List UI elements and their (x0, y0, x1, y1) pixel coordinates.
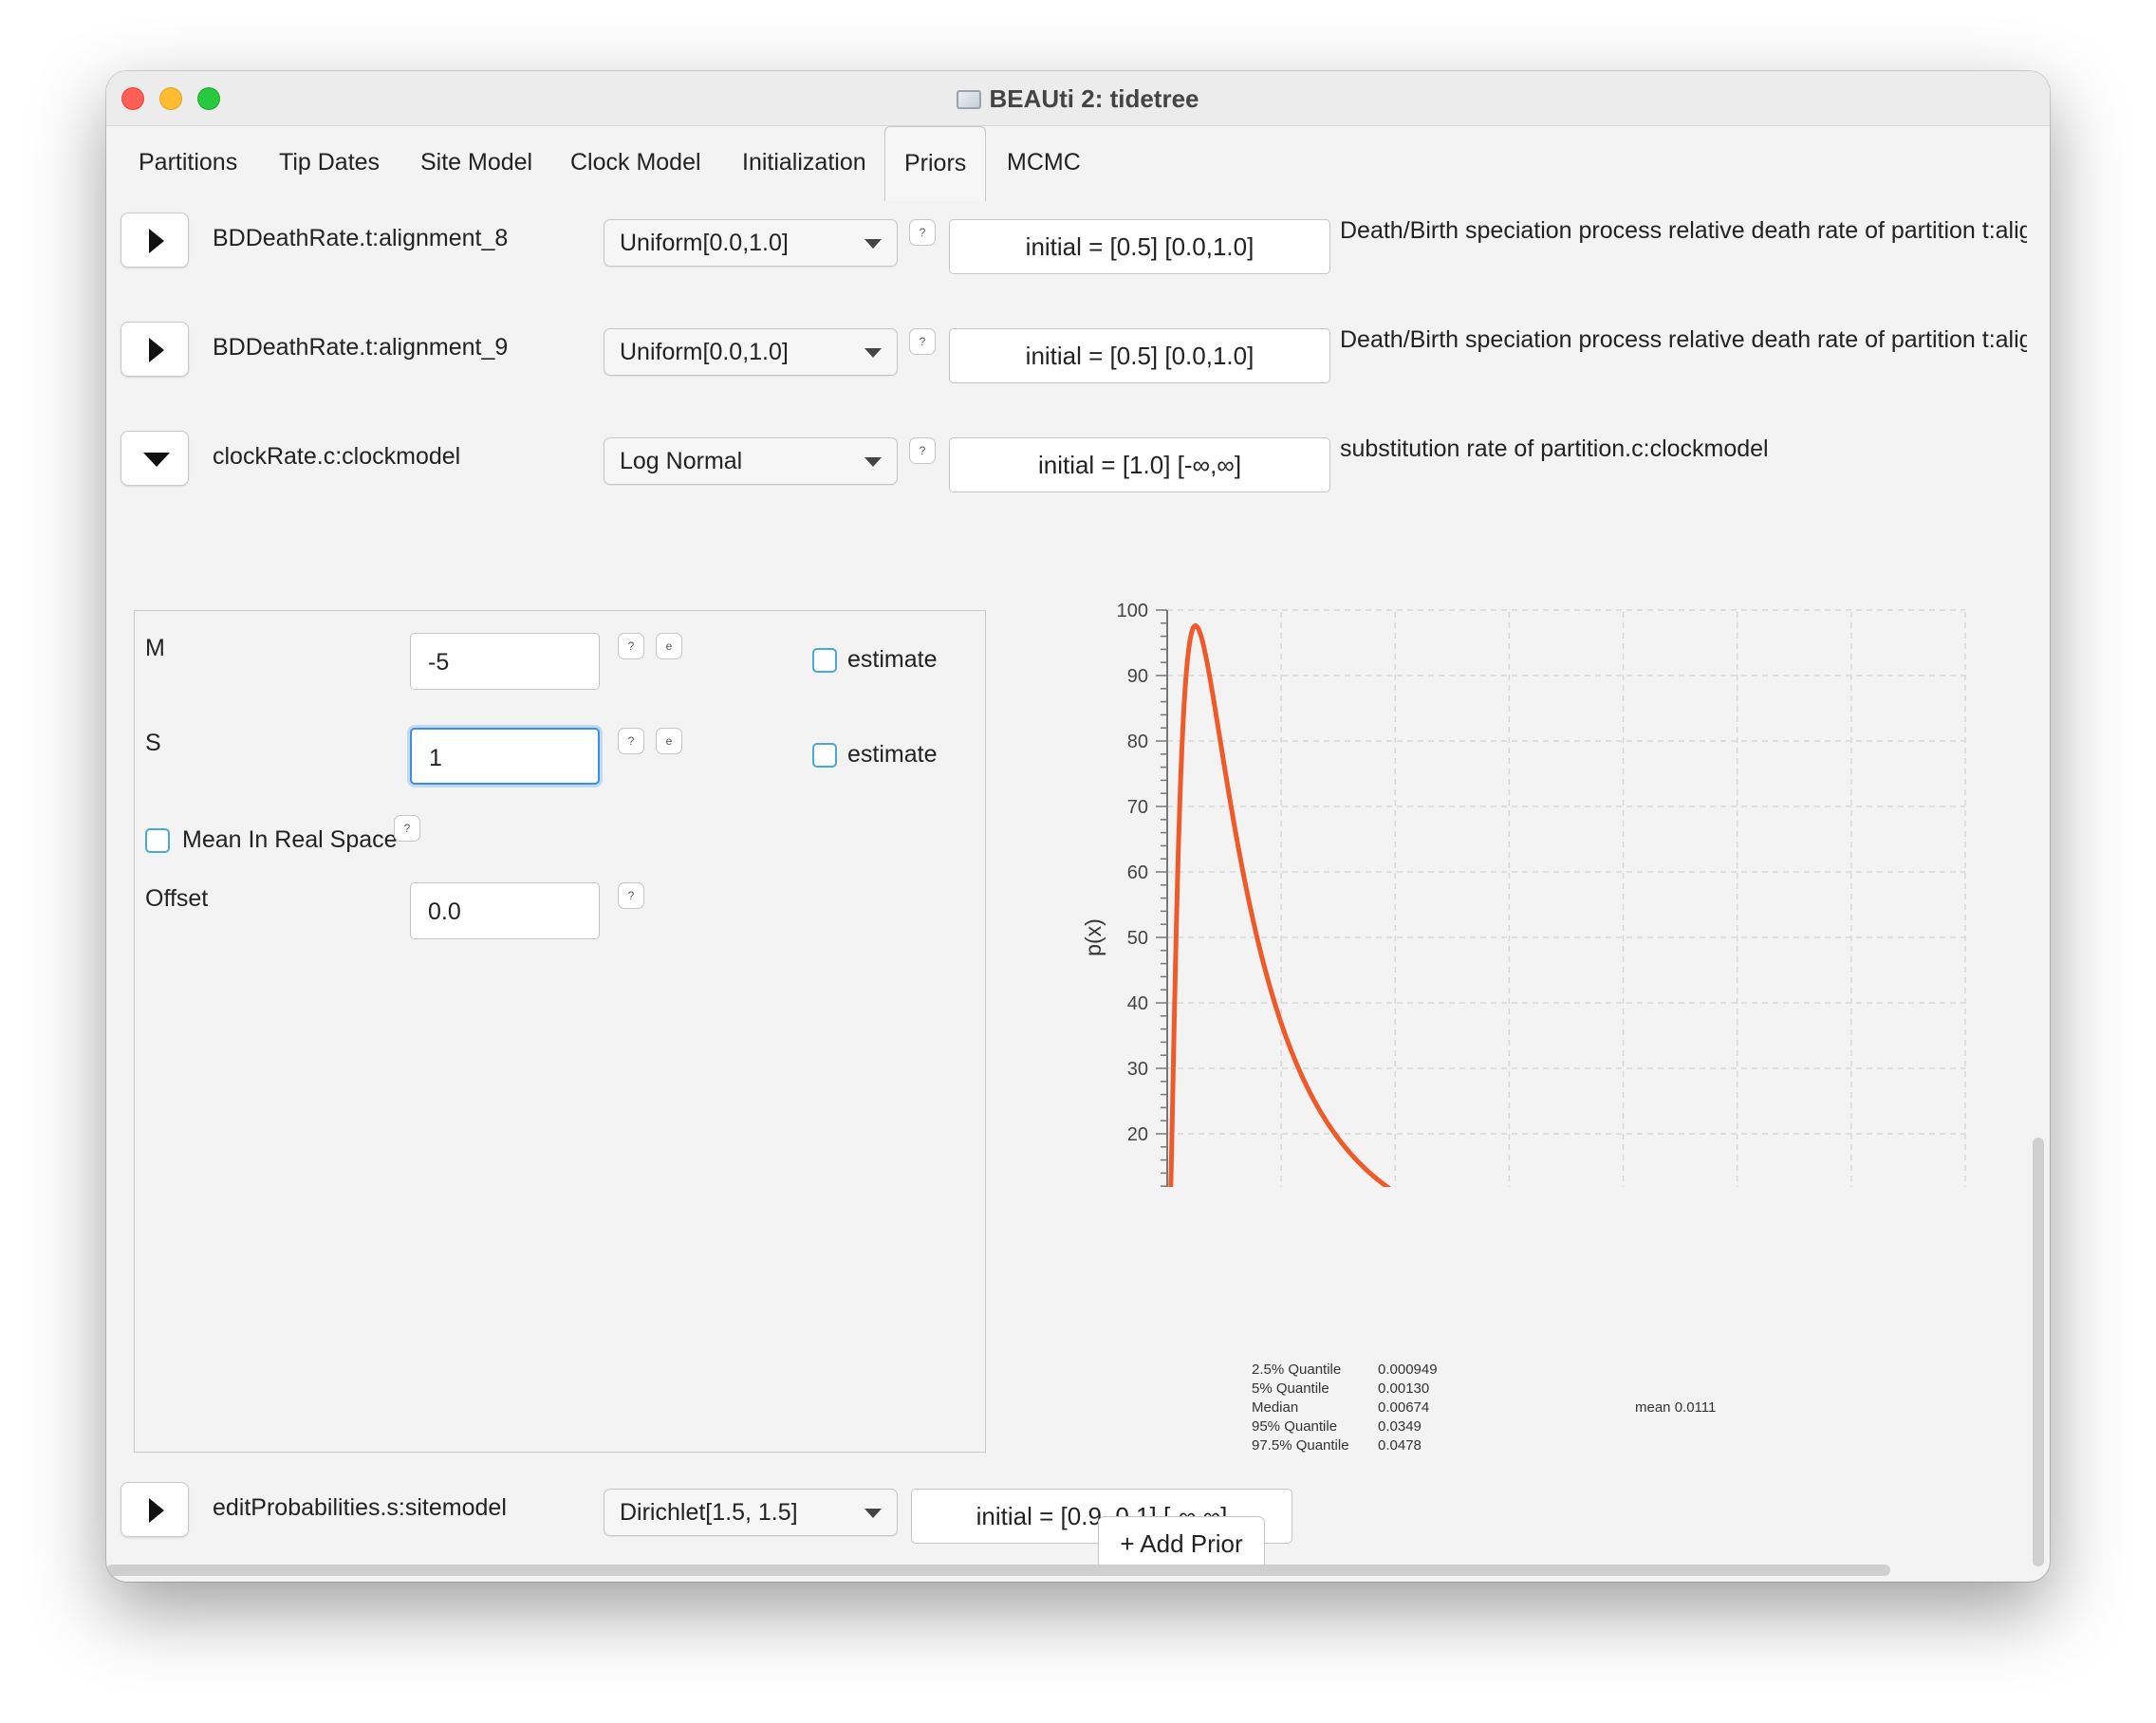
initial-value-bddeathrate-9[interactable]: initial = [0.5] [0.0,1.0] (949, 328, 1330, 383)
distribution-value: Dirichlet[1.5, 1.5] (620, 1499, 798, 1526)
y-axis-label: p(x) (1081, 918, 1106, 956)
param-s-label: S (145, 730, 161, 756)
y-tick-label: 20 (1127, 1124, 1148, 1145)
distribution-select-clockrate[interactable]: Log Normal (604, 437, 898, 485)
stat-mean: mean 0.0111 (1635, 1399, 1717, 1416)
tab-site-model[interactable]: Site Model (420, 149, 532, 176)
window-title-wrap: BEAUti 2: tidetree (106, 84, 2050, 114)
distribution-select-editprobabilities[interactable]: Dirichlet[1.5, 1.5] (604, 1489, 898, 1536)
chevron-down-icon (864, 239, 882, 249)
window-title: BEAUti 2: tidetree (989, 84, 1199, 113)
chevron-down-icon (864, 348, 882, 358)
horizontal-scrollbar[interactable] (106, 1565, 1890, 1576)
tab-priors[interactable]: Priors (884, 126, 987, 201)
param-m-estimate-label: estimate (847, 646, 938, 673)
prior-description-bddeathrate-8: Death/Birth speciation process relative … (1340, 217, 2027, 244)
vertical-scrollbar[interactable] (2033, 1138, 2044, 1566)
tab-clock-model[interactable]: Clock Model (570, 149, 701, 176)
y-tick-label: 70 (1127, 797, 1148, 818)
stat-value: 0.0478 (1378, 1437, 1422, 1454)
app-icon (957, 90, 982, 109)
distribution-value: Uniform[0.0,1.0] (620, 339, 789, 365)
param-s-input[interactable]: 1 (410, 728, 600, 785)
param-m-help-button[interactable]: ? (618, 633, 644, 659)
distribution-value: Uniform[0.0,1.0] (620, 230, 789, 256)
param-m-label: M (145, 635, 165, 661)
chevron-down-icon (864, 457, 882, 467)
tab-bar: Partitions Tip Dates Site Model Clock Mo… (106, 126, 2050, 201)
y-tick-label: 90 (1127, 666, 1148, 687)
mean-in-real-space-checkbox[interactable] (145, 828, 170, 853)
param-s-help-button[interactable]: ? (618, 728, 644, 754)
distribution-select-bddeathrate-8[interactable]: Uniform[0.0,1.0] (604, 219, 898, 267)
prior-name-editprobabilities: editProbabilities.s:sitemodel (213, 1494, 507, 1521)
lognormal-parameters-panel: M -5 ? e estimate S 1 ? e estimate Mean … (134, 610, 986, 1453)
prior-description-clockrate: substitution rate of partition.c:clockmo… (1340, 435, 1769, 462)
prior-description-bddeathrate-9: Death/Birth speciation process relative … (1340, 326, 2027, 353)
param-s-edit-button[interactable]: e (656, 728, 682, 754)
tab-mcmc[interactable]: MCMC (1007, 149, 1081, 176)
expand-right-icon (149, 338, 164, 362)
chevron-down-icon (864, 1509, 882, 1518)
tab-initialization[interactable]: Initialization (742, 149, 866, 176)
title-bar: BEAUti 2: tidetree (106, 71, 2050, 126)
prior-name-bddeathrate-8: BDDeathRate.t:alignment_8 (213, 225, 509, 251)
prior-name-bddeathrate-9: BDDeathRate.t:alignment_9 (213, 334, 509, 361)
prior-name-clockrate: clockRate.c:clockmodel (213, 443, 461, 470)
y-tick-label: 100 (1117, 601, 1148, 621)
help-button-clockrate[interactable]: ? (909, 437, 936, 464)
stat-label: 5% Quantile (1252, 1380, 1329, 1397)
stat-value: 0.00674 (1378, 1399, 1430, 1416)
stat-label: 95% Quantile (1252, 1418, 1338, 1435)
param-m-input[interactable]: -5 (410, 633, 600, 690)
mean-in-real-space-label: Mean In Real Space (182, 826, 398, 853)
help-button-bddeathrate-9[interactable]: ? (909, 328, 936, 355)
tab-tip-dates[interactable]: Tip Dates (279, 149, 380, 176)
priors-content: BDDeathRate.t:alignment_8 Uniform[0.0,1.… (106, 200, 2027, 1547)
distribution-value: Log Normal (620, 448, 743, 474)
expand-button-bddeathrate-8[interactable] (121, 213, 189, 268)
app-window: BEAUti 2: tidetree Partitions Tip Dates … (106, 71, 2050, 1582)
mean-in-real-space-help-button[interactable]: ? (394, 815, 420, 842)
param-m-estimate-checkbox[interactable] (812, 648, 837, 673)
y-tick-label: 60 (1127, 862, 1148, 883)
stat-label: Median (1252, 1399, 1299, 1416)
expand-right-icon (149, 1498, 164, 1523)
stat-value: 0.0349 (1378, 1418, 1422, 1435)
tab-partitions[interactable]: Partitions (139, 149, 237, 176)
expand-button-bddeathrate-9[interactable] (121, 322, 189, 377)
initial-value-clockrate[interactable]: initial = [1.0] [-∞,∞] (949, 437, 1330, 492)
stat-label: 2.5% Quantile (1252, 1362, 1342, 1378)
stat-value: 0.00130 (1378, 1380, 1430, 1397)
y-tick-label: 50 (1127, 928, 1148, 949)
stat-label: 97.5% Quantile (1252, 1437, 1349, 1454)
param-offset-label: Offset (145, 885, 209, 912)
param-offset-input[interactable]: 0.0 (410, 882, 600, 939)
expand-right-icon (149, 229, 164, 253)
initial-value-bddeathrate-8[interactable]: initial = [0.5] [0.0,1.0] (949, 219, 1330, 274)
param-s-estimate-label: estimate (847, 741, 938, 768)
distribution-select-bddeathrate-9[interactable]: Uniform[0.0,1.0] (604, 328, 898, 376)
param-m-edit-button[interactable]: e (656, 633, 682, 659)
expand-down-icon (143, 453, 170, 467)
param-s-estimate-checkbox[interactable] (812, 743, 837, 768)
expand-button-editprobabilities[interactable] (121, 1482, 189, 1537)
help-button-bddeathrate-8[interactable]: ? (909, 219, 936, 246)
stat-value: 0.000949 (1378, 1362, 1438, 1378)
y-tick-label: 30 (1127, 1059, 1148, 1080)
param-offset-help-button[interactable]: ? (618, 882, 644, 909)
density-curve (1168, 622, 1392, 1187)
y-tick-label: 80 (1127, 732, 1148, 752)
collapse-button-clockrate[interactable] (121, 431, 189, 486)
lognormal-density-chart: 0.000.010.020.030.040.050.060.0701020304… (1081, 601, 1966, 1187)
y-tick-label: 40 (1127, 993, 1148, 1014)
